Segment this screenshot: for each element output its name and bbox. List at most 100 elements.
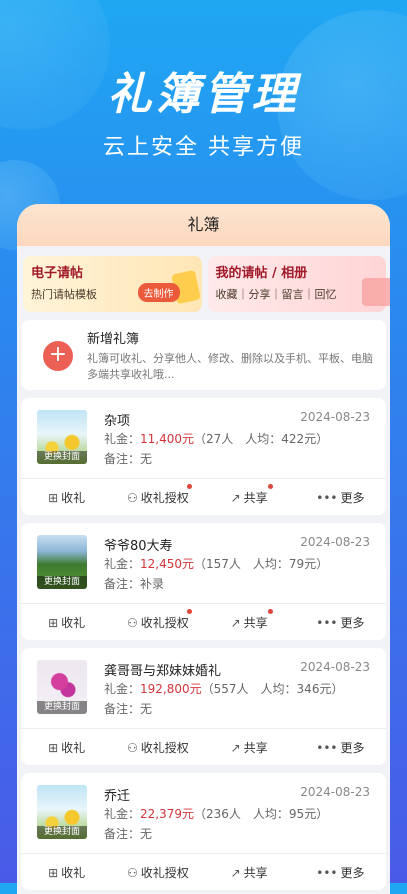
book-name: 杂项 [104, 414, 131, 429]
receive-label: 收礼 [61, 615, 86, 630]
share-icon: ↗ [230, 490, 241, 505]
share-button[interactable]: ↗ 共享 [204, 864, 295, 881]
share-button[interactable]: ↗ 共享 [204, 739, 295, 756]
hero-subtitle: 云上安全 共享方便 [103, 135, 304, 160]
more-button[interactable]: ••• 更多 [295, 489, 386, 506]
more-button[interactable]: ••• 更多 [295, 614, 386, 631]
more-icon: ••• [316, 740, 338, 755]
book-actions: ⊞ 收礼 ⚇ 收礼授权 ↗ 共享 ••• 更多 [21, 478, 386, 515]
receive-button[interactable]: ⊞ 收礼 [21, 614, 112, 631]
user-icon: ⚇ [126, 615, 138, 630]
book-card[interactable]: 更换封面 龚哥哥与郑妹妹婚礼 2024-08-23 礼金：192,800元（55… [21, 648, 386, 765]
user-icon: ⚇ [126, 865, 138, 880]
book-cover[interactable]: 更换封面 [37, 785, 87, 839]
gift-amount: 12,450元 [140, 557, 195, 571]
gift-amount: 11,400元 [140, 432, 195, 446]
promo-desc: 收藏｜分享｜留言｜回忆 [215, 288, 337, 301]
book-name: 爷爷80大寿 [104, 539, 173, 554]
gift-label: 礼金： [104, 807, 141, 821]
more-label: 更多 [340, 865, 365, 880]
book-gift: 礼金：192,800元（557人 人均：346元） [104, 680, 343, 697]
user-icon: ⚇ [126, 490, 138, 505]
share-icon: ↗ [230, 740, 241, 755]
authorize-button[interactable]: ⚇ 收礼授权 [112, 483, 203, 506]
book-card[interactable]: 更换封面 爷爷80大寿 2024-08-23 礼金：12,450元（157人 人… [21, 523, 386, 640]
plus-icon[interactable]: + [43, 341, 73, 371]
new-book-card[interactable]: + 新增礼簿 礼簿可收礼、分享他人、修改、删除以及手机、平板、电脑多端共享收礼哦… [21, 320, 386, 390]
notification-dot [186, 608, 192, 614]
gift-icon: ⊞ [48, 615, 59, 630]
authorize-button[interactable]: ⚇ 收礼授权 [112, 739, 203, 756]
make-button[interactable]: 去制作 [137, 283, 180, 302]
authorize-label: 收礼授权 [140, 740, 189, 755]
more-icon: ••• [316, 615, 338, 630]
book-actions: ⊞ 收礼 ⚇ 收礼授权 ↗ 共享 ••• 更多 [21, 853, 386, 890]
book-actions: ⊞ 收礼 ⚇ 收礼授权 ↗ 共享 ••• 更多 [21, 603, 386, 640]
book-note: 备注：无 [104, 827, 153, 841]
gift-stats: （236人 人均：95元） [194, 807, 329, 821]
book-note: 备注：补录 [104, 577, 165, 591]
promo-title: 我的请帖 / 相册 [215, 266, 308, 281]
share-label: 共享 [243, 865, 268, 880]
receive-label: 收礼 [61, 865, 86, 880]
phone-frame: 礼簿 电子请帖 热门请帖模板 去制作 我的请帖 / 相册 收藏｜分享｜留言｜回忆… [17, 204, 390, 894]
more-icon: ••• [316, 490, 338, 505]
more-button[interactable]: ••• 更多 [295, 739, 386, 756]
user-icon: ⚇ [126, 740, 138, 755]
book-date: 2024-08-23 [300, 785, 370, 799]
gift-icon: ⊞ [48, 865, 59, 880]
book-card[interactable]: 更换封面 乔迁 2024-08-23 礼金：22,379元（236人 人均：95… [21, 773, 386, 890]
more-button[interactable]: ••• 更多 [295, 864, 386, 881]
my-invitations-card[interactable]: 我的请帖 / 相册 收藏｜分享｜留言｜回忆 [207, 256, 390, 312]
authorize-label: 收礼授权 [140, 865, 189, 880]
change-cover-label: 更换封面 [37, 701, 87, 714]
page-title: 礼簿 [17, 204, 390, 246]
share-label: 共享 [243, 740, 268, 755]
receive-button[interactable]: ⊞ 收礼 [21, 864, 112, 881]
folder-icon [362, 278, 390, 306]
authorize-button[interactable]: ⚇ 收礼授权 [112, 608, 203, 631]
book-cover[interactable]: 更换封面 [37, 535, 87, 589]
authorize-label: 收礼授权 [140, 490, 189, 505]
gift-label: 礼金： [104, 557, 141, 571]
new-book-desc: 礼簿可收礼、分享他人、修改、删除以及手机、平板、电脑多端共享收礼哦... [87, 352, 373, 381]
promo-title: 电子请帖 [31, 266, 84, 281]
change-cover-label: 更换封面 [37, 451, 87, 464]
e-invitation-card[interactable]: 电子请帖 热门请帖模板 去制作 [23, 256, 202, 312]
share-icon: ↗ [230, 865, 241, 880]
more-icon: ••• [316, 865, 338, 880]
promo-row: 电子请帖 热门请帖模板 去制作 我的请帖 / 相册 收藏｜分享｜留言｜回忆 [17, 246, 390, 312]
book-date: 2024-08-23 [300, 410, 370, 424]
change-cover-label: 更换封面 [37, 576, 87, 589]
book-name: 乔迁 [104, 789, 131, 804]
notification-dot [267, 608, 273, 614]
new-book-title: 新增礼簿 [87, 332, 140, 347]
hero-title: 礼簿管理 [107, 69, 300, 120]
share-icon: ↗ [230, 615, 241, 630]
book-cover[interactable]: 更换封面 [37, 410, 87, 464]
book-card[interactable]: 更换封面 杂项 2024-08-23 礼金：11,400元（27人 人均：422… [21, 398, 386, 515]
book-cover[interactable]: 更换封面 [37, 660, 87, 714]
gift-amount: 22,379元 [140, 807, 195, 821]
receive-button[interactable]: ⊞ 收礼 [21, 739, 112, 756]
share-button[interactable]: ↗ 共享 [204, 608, 295, 631]
authorize-label: 收礼授权 [140, 615, 189, 630]
book-gift: 礼金：22,379元（236人 人均：95元） [104, 805, 328, 822]
share-label: 共享 [243, 490, 268, 505]
change-cover-label: 更换封面 [37, 826, 87, 839]
book-gift: 礼金：11,400元（27人 人均：422元） [104, 430, 328, 447]
gift-stats: （557人 人均：346元） [201, 682, 344, 696]
book-name: 龚哥哥与郑妹妹婚礼 [104, 664, 222, 679]
more-label: 更多 [340, 615, 365, 630]
more-label: 更多 [340, 740, 365, 755]
authorize-button[interactable]: ⚇ 收礼授权 [112, 864, 203, 881]
notification-dot [186, 483, 192, 489]
book-date: 2024-08-23 [300, 660, 370, 674]
receive-label: 收礼 [61, 490, 86, 505]
more-label: 更多 [340, 490, 365, 505]
gift-label: 礼金： [104, 432, 141, 446]
receive-button[interactable]: ⊞ 收礼 [21, 489, 112, 506]
gift-icon: ⊞ [48, 740, 59, 755]
share-button[interactable]: ↗ 共享 [204, 483, 295, 506]
receive-label: 收礼 [61, 740, 86, 755]
